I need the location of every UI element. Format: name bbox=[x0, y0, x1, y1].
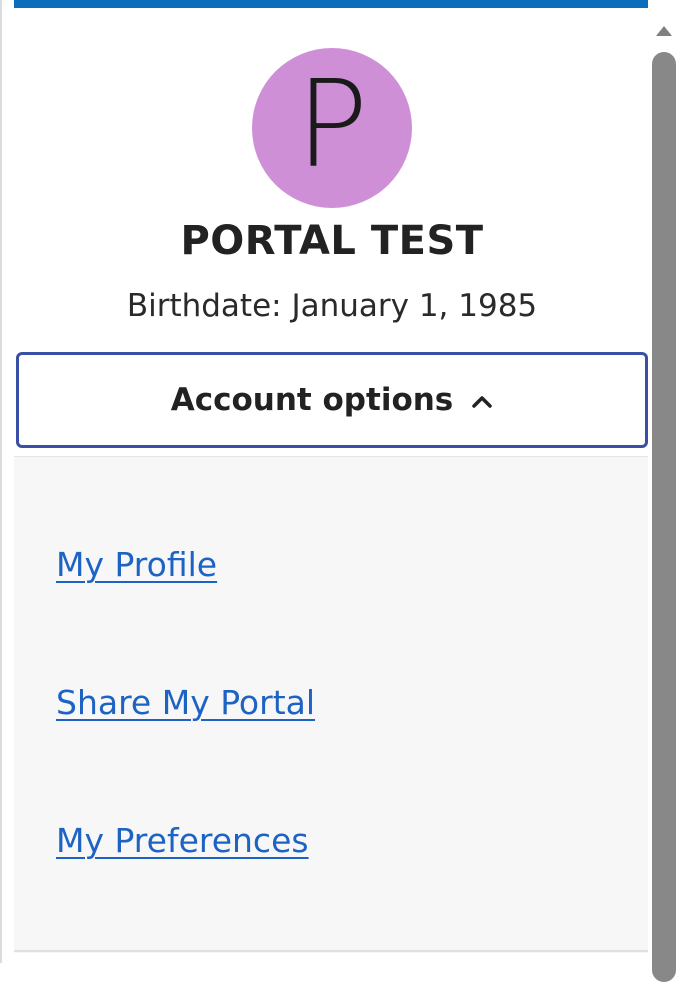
divider bbox=[14, 950, 650, 952]
avatar-initial: P bbox=[295, 56, 369, 195]
account-options-button[interactable]: Account options bbox=[16, 352, 648, 448]
menu-link-my-preferences[interactable]: My Preferences bbox=[56, 821, 309, 860]
top-accent-bar bbox=[14, 0, 650, 8]
account-panel: P PORTAL TEST Birthdate: January 1, 1985… bbox=[0, 0, 650, 963]
scroll-up-arrow-icon[interactable] bbox=[656, 26, 672, 36]
avatar: P bbox=[252, 48, 412, 208]
chevron-up-icon bbox=[471, 391, 493, 413]
menu-link-share-my-portal[interactable]: Share My Portal bbox=[56, 683, 315, 722]
scrollbar-thumb[interactable] bbox=[652, 52, 676, 982]
account-options-label: Account options bbox=[170, 382, 454, 418]
user-name: PORTAL TEST bbox=[180, 218, 484, 264]
vertical-scrollbar[interactable] bbox=[648, 0, 679, 982]
menu-link-my-profile[interactable]: My Profile bbox=[56, 545, 217, 584]
birthdate-text: Birthdate: January 1, 1985 bbox=[126, 288, 538, 324]
